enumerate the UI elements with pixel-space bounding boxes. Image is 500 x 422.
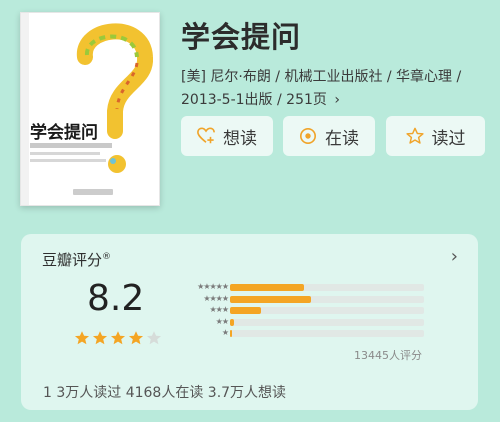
raters-count: 13445人评分 <box>354 349 422 362</box>
distribution-stars: ★ <box>221 328 229 337</box>
have-read-label: 读过 <box>431 128 466 149</box>
distribution-stars: ★★★★★ <box>197 282 229 291</box>
distribution-bar <box>230 330 232 337</box>
distribution-stars: ★★★★ <box>203 293 229 303</box>
distribution-row: ★★★★ <box>174 294 424 306</box>
rating-distribution: ★★★★★ ★★★★ ★★★ ★★ ★ <box>174 282 424 340</box>
chevron-right-icon[interactable]: › <box>451 246 458 267</box>
distribution-row: ★★ <box>174 317 424 329</box>
distribution-track <box>230 330 424 337</box>
rating-stars <box>74 330 162 346</box>
distribution-bar <box>230 307 262 314</box>
book-title: 学会提问 <box>181 20 302 54</box>
distribution-bar <box>230 295 312 303</box>
chevron-right-icon: › <box>334 92 340 108</box>
distribution-stars: ★★ <box>215 316 229 326</box>
distribution-track <box>230 307 424 314</box>
heart-plus-icon <box>197 127 215 144</box>
cover-text-line <box>30 159 106 162</box>
rating-label: 豆瓣评分® <box>42 249 111 270</box>
cover-title: 学会提问 <box>30 123 98 143</box>
star-filled-icon <box>74 331 90 345</box>
book-meta[interactable]: [美] 尼尔·布朗 / 机械工业出版社 / 华章心理 / 2013-5-1出版 … <box>181 66 486 112</box>
book-meta-text: [美] 尼尔·布朗 / 机械工业出版社 / 华章心理 / 2013-5-1出版 … <box>181 69 462 108</box>
want-to-read-button[interactable]: 想读 <box>181 116 273 156</box>
cover-spine <box>21 13 29 205</box>
distribution-track <box>230 318 424 326</box>
trademark-mark: ® <box>102 252 112 262</box>
star-empty-icon <box>146 331 162 345</box>
distribution-row: ★★★★★ <box>174 282 424 294</box>
distribution-bar <box>230 318 234 326</box>
star-filled-icon <box>92 331 108 345</box>
reading-stats: 1 3万人读过 4168人在读 3.7万人想读 <box>43 385 287 401</box>
cover-publisher-logo <box>73 189 113 195</box>
star-filled-icon <box>110 331 126 345</box>
distribution-stars: ★★★ <box>209 305 228 314</box>
have-read-button[interactable]: 读过 <box>386 116 485 156</box>
cover-text-line <box>30 152 100 155</box>
rating-label-text: 豆瓣评分 <box>42 251 103 269</box>
distribution-track <box>230 284 424 291</box>
star-outline-icon <box>405 127 424 144</box>
star-filled-icon <box>128 331 144 345</box>
cover-subtitle-bar <box>30 143 112 148</box>
want-to-read-label: 想读 <box>223 128 257 149</box>
rating-score: 8.2 <box>87 278 145 319</box>
book-header: 学会提问 学会提问 [美] 尼尔·布朗 / 机械工业出版社 / 华章心理 / 2… <box>0 0 500 230</box>
distribution-bar <box>230 284 304 291</box>
rating-card[interactable]: 豆瓣评分® › 8.2 ★★★★★ ★★★★ ★★★ ★★ ★ 13445人评分 1 3… <box>21 234 478 410</box>
distribution-row: ★ <box>174 328 424 340</box>
reading-button[interactable]: 在读 <box>283 116 375 156</box>
reading-label: 在读 <box>325 128 359 149</box>
action-buttons: 想读 在读 读过 <box>181 116 485 156</box>
book-cover[interactable]: 学会提问 <box>20 12 160 206</box>
distribution-row: ★★★ <box>174 305 424 317</box>
target-icon <box>299 127 317 145</box>
distribution-track <box>230 295 424 303</box>
